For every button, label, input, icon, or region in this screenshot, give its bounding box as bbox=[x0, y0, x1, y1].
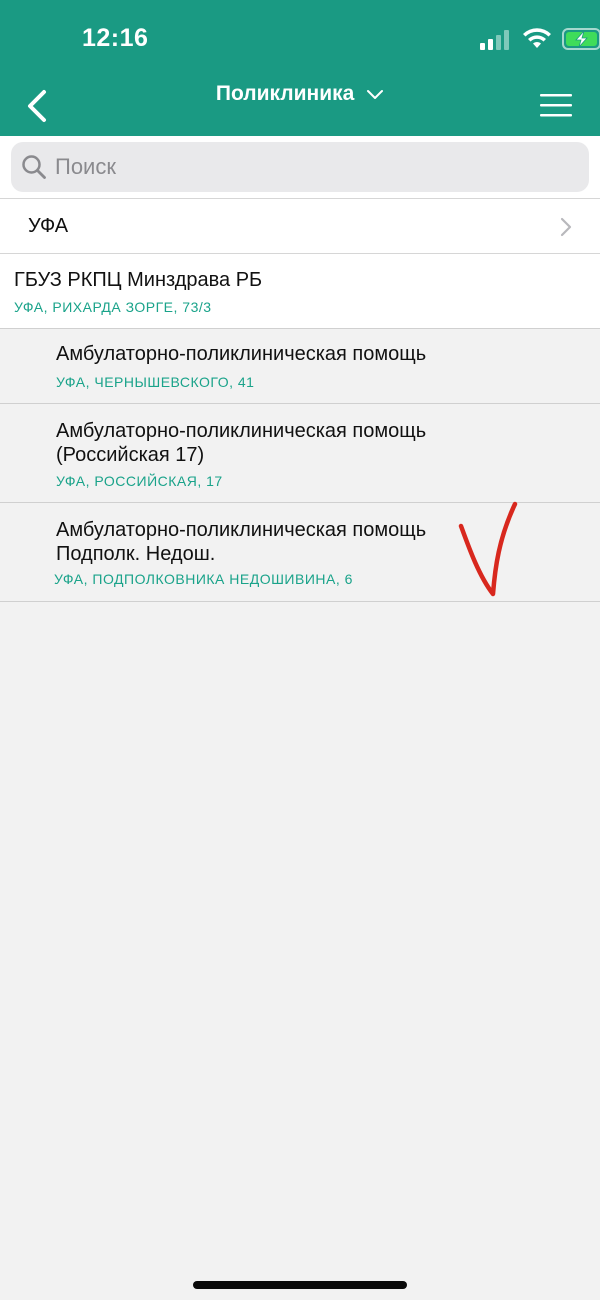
status-time: 12:16 bbox=[82, 24, 149, 52]
home-indicator[interactable] bbox=[193, 1281, 407, 1289]
department-address: УФА, ЧЕРНЫШЕВСКОГО, 41 bbox=[56, 374, 255, 390]
department-name-line2: Подполк. Недош. bbox=[56, 543, 216, 565]
checkmark-annotation-icon bbox=[458, 501, 518, 597]
chevron-right-icon bbox=[560, 217, 572, 237]
page-title: Поликлиника bbox=[215, 82, 355, 105]
department-name: Амбулаторно-поликлиническая помощь bbox=[56, 519, 427, 541]
chevron-down-icon bbox=[367, 90, 384, 100]
organization-item[interactable]: ГБУЗ РКПЦ Минздрава РБ УФА, РИХАРДА ЗОРГ… bbox=[0, 254, 600, 329]
department-item[interactable]: Амбулаторно-поликлиническая помощь УФА, … bbox=[0, 329, 600, 404]
app-header: 12:16 Поликлиника bbox=[0, 0, 600, 136]
department-address: УФА, ПОДПОЛКОВНИКА НЕДОШИВИНА, 6 bbox=[54, 571, 353, 587]
organization-name: ГБУЗ РКПЦ Минздрава РБ bbox=[14, 269, 263, 291]
hamburger-menu-icon[interactable] bbox=[540, 92, 572, 118]
wifi-icon bbox=[523, 28, 551, 48]
organization-address: УФА, РИХАРДА ЗОРГЕ, 73/3 bbox=[14, 299, 212, 315]
department-name: Амбулаторно-поликлиническая помощь bbox=[56, 343, 427, 365]
search-bar bbox=[0, 136, 600, 198]
search-input[interactable] bbox=[55, 142, 575, 192]
city-label: УФА bbox=[28, 215, 69, 237]
battery-charging-icon bbox=[562, 28, 600, 50]
department-name-line2: (Российская 17) bbox=[56, 444, 205, 466]
title-dropdown[interactable]: Поликлиника bbox=[0, 82, 600, 106]
search-box[interactable] bbox=[11, 142, 589, 192]
search-icon bbox=[22, 155, 46, 179]
department-name: Амбулаторно-поликлиническая помощь bbox=[56, 420, 427, 442]
department-address: УФА, РОССИЙСКАЯ, 17 bbox=[56, 473, 223, 489]
cellular-signal-icon bbox=[480, 30, 509, 50]
department-item[interactable]: Амбулаторно-поликлиническая помощь (Росс… bbox=[0, 404, 600, 503]
city-selector[interactable]: УФА bbox=[0, 198, 600, 254]
